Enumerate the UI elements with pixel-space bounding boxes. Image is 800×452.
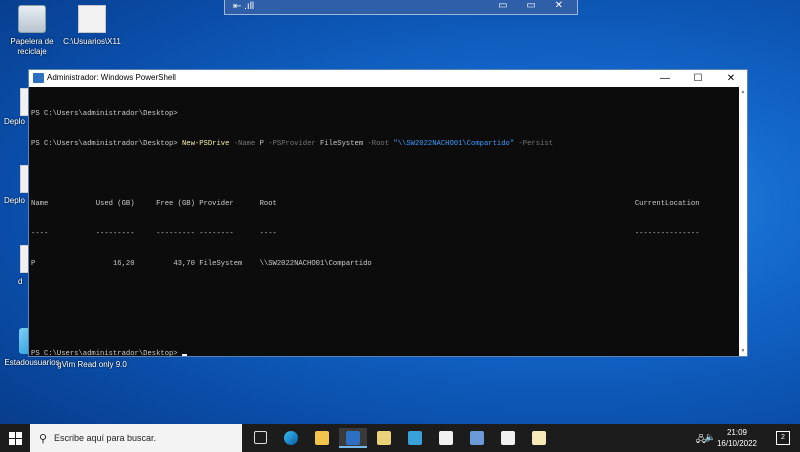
param-persist: -Persist [514, 140, 553, 148]
taskbar-app[interactable] [463, 428, 491, 448]
notification-center-button[interactable]: 2 [776, 431, 790, 445]
start-button[interactable] [0, 424, 30, 452]
table-underline: ---- --------- --------- -------- ---- -… [31, 230, 700, 238]
table-header: Name Used (GB) Free (GB) Provider Root C… [31, 200, 700, 208]
remote-connection-bar[interactable]: ⇤ .ıll ▭ ▭ ✕ [224, 0, 578, 15]
taskbar-search-box[interactable]: ⚲ Escribe aquí para buscar. [30, 424, 242, 452]
param-name: -Name [229, 140, 260, 148]
taskbar-app[interactable] [494, 428, 522, 448]
recycle-bin-icon [18, 5, 46, 33]
text-cursor [181, 354, 187, 356]
param-psprovider: -PSProvider [263, 140, 321, 148]
task-view-icon [253, 431, 267, 444]
windows-logo-icon [16, 432, 22, 438]
powershell-icon [346, 431, 360, 445]
close-button[interactable]: ✕ [715, 70, 747, 87]
windows-logo-icon [9, 439, 15, 445]
task-view-button[interactable] [246, 428, 274, 448]
cmdlet-name: New-PSDrive [181, 140, 230, 148]
param-value-string: "\\SW2022NACHO01\Compartido" [393, 140, 515, 148]
taskbar-app[interactable] [432, 428, 460, 448]
windows-logo-icon [16, 439, 22, 445]
scroll-down-icon[interactable]: ▼ [739, 348, 747, 354]
taskbar-app[interactable] [370, 428, 398, 448]
console-prompt-line[interactable]: PS C:\Users\administrador\Desktop> [31, 349, 737, 359]
console-line: PS C:\Users\administrador\Desktop> [31, 110, 178, 118]
desktop-icon-label: C:\Usuarios\X11 [63, 37, 121, 46]
param-root: -Root [363, 140, 394, 148]
taskbar-app[interactable] [525, 428, 553, 448]
search-placeholder: Escribe aquí para buscar. [54, 433, 157, 443]
document-icon [532, 431, 546, 445]
taskbar-edge[interactable] [277, 428, 305, 448]
window-titlebar[interactable]: Administrador: Windows PowerShell — ☐ ✕ [29, 70, 747, 87]
minimize-button[interactable]: — [649, 70, 681, 87]
table-row: P 16,20 43,70 FileSystem \\SW2022NACHO01… [31, 260, 372, 268]
powershell-window[interactable]: Administrador: Windows PowerShell — ☐ ✕ … [28, 69, 748, 359]
connection-pin-icon[interactable]: ⇤ .ıll [233, 1, 254, 12]
prompt: PS C:\Users\administrador\Desktop> [31, 140, 182, 148]
console-output[interactable]: PS C:\Users\administrador\Desktop> PS C:… [29, 87, 739, 359]
connection-bar-buttons[interactable]: ▭ ▭ ✕ [498, 0, 571, 11]
taskbar-file-explorer[interactable] [308, 428, 336, 448]
taskbar-powershell[interactable] [339, 428, 367, 448]
window-title: Administrador: Windows PowerShell [47, 73, 176, 82]
param-value: FileSystem [320, 140, 364, 148]
maximize-button[interactable]: ☐ [682, 70, 714, 87]
scroll-up-icon[interactable]: ▲ [739, 89, 747, 95]
file-icon [78, 5, 106, 33]
prompt: PS C:\Users\administrador\Desktop> [31, 350, 182, 358]
taskbar: ⚲ Escribe aquí para buscar. 🖧 🔈 21:09 16… [0, 424, 800, 452]
partial-label: d [18, 277, 23, 286]
powershell-icon [33, 73, 44, 83]
server-manager-icon [470, 431, 484, 445]
folder-icon [315, 431, 329, 445]
edge-icon [284, 431, 298, 445]
taskbar-app[interactable] [401, 428, 429, 448]
app-icon [408, 431, 422, 445]
partial-label: Deplo [4, 117, 25, 126]
clock-time: 21:09 [726, 428, 748, 437]
vertical-scrollbar[interactable]: ▲ ▼ [739, 87, 747, 356]
windows-logo-icon [9, 432, 15, 438]
clock-date: 16/10/2022 [716, 439, 758, 448]
console-command-line: PS C:\Users\administrador\Desktop> New-P… [31, 139, 737, 149]
clock[interactable]: 21:09 16/10/2022 [712, 427, 762, 449]
notepad-icon [377, 431, 391, 445]
search-icon: ⚲ [39, 433, 48, 445]
document-icon [439, 431, 453, 445]
desktop-icon-x11[interactable]: C:\Usuarios\X11 [56, 5, 128, 47]
document-icon [501, 431, 515, 445]
partial-label: Deplo [4, 196, 25, 205]
